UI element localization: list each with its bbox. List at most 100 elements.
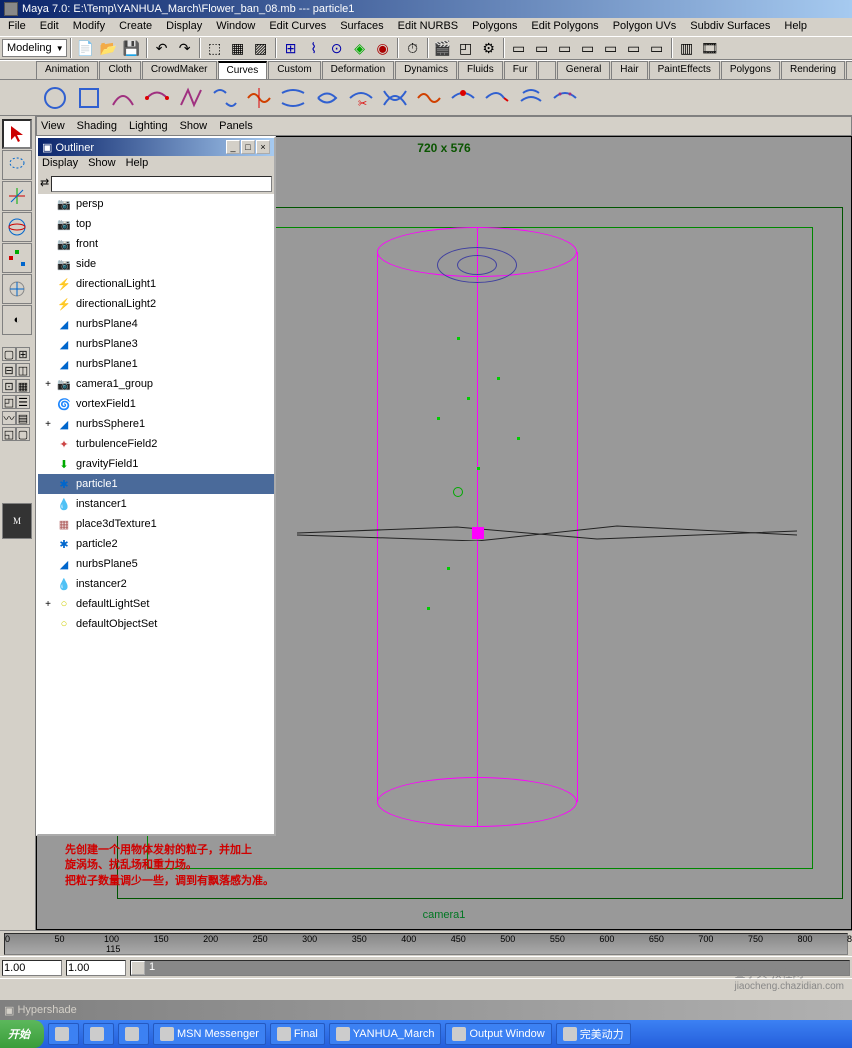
vp-menu-lighting[interactable]: Lighting [129, 120, 168, 132]
hypershade-titlebar[interactable]: ▣ Hypershade [0, 1000, 852, 1020]
menu-polygons[interactable]: Polygons [466, 19, 523, 35]
shelf-tab-polygons[interactable]: Polygons [721, 61, 780, 79]
outliner-item-nurbsPlane5[interactable]: ◢ nurbsPlane5 [38, 554, 274, 574]
menu-display[interactable]: Display [160, 19, 208, 35]
task-ie[interactable] [48, 1023, 79, 1045]
outliner-item-instancer1[interactable]: 💧 instancer1 [38, 494, 274, 514]
curve-tool-3-icon[interactable] [176, 83, 206, 113]
layout-outliner[interactable]: ☰ [16, 395, 30, 409]
outliner-list[interactable]: 📷 persp 📷 top 📷 front 📷 side ⚡ direction… [38, 194, 274, 834]
new-scene-button[interactable]: 📄 [75, 37, 97, 59]
outliner-item-particle2[interactable]: ✱ particle2 [38, 534, 274, 554]
scale-tool[interactable] [2, 243, 32, 273]
quick-button-6[interactable]: ▭ [623, 37, 645, 59]
quick-button-1[interactable]: ▭ [508, 37, 530, 59]
filter-icon[interactable]: ⇄ [40, 176, 49, 192]
snap-grid-button[interactable]: ⊞ [280, 37, 302, 59]
snap-plane-button[interactable]: ◈ [349, 37, 371, 59]
layout-three[interactable]: ⊡ [2, 379, 16, 393]
quick-button-2[interactable]: ▭ [531, 37, 553, 59]
lasso-tool[interactable] [2, 150, 32, 180]
outliner-item-defaultLightSet[interactable]: + ○ defaultLightSet [38, 594, 274, 614]
offset-curve-icon[interactable] [516, 83, 546, 113]
extend-curve-icon[interactable] [482, 83, 512, 113]
outliner-item-directionalLight1[interactable]: ⚡ directionalLight1 [38, 274, 274, 294]
layout-button[interactable]: ▥ [676, 37, 698, 59]
time-slider[interactable]: 0501001502002503003504004505005506006507… [0, 930, 852, 956]
menu-edit[interactable]: Edit [34, 19, 65, 35]
maximize-button[interactable]: □ [241, 140, 255, 154]
outliner-item-nurbsPlane3[interactable]: ◢ nurbsPlane3 [38, 334, 274, 354]
outliner-item-vortexField1[interactable]: 🌀 vortexField1 [38, 394, 274, 414]
layout-persp[interactable]: ◰ [2, 395, 16, 409]
shelf-tab-hair[interactable]: Hair [611, 61, 647, 79]
undo-button[interactable]: ↶ [151, 37, 173, 59]
expand-icon[interactable]: + [42, 379, 54, 390]
detach-curve-icon[interactable] [244, 83, 274, 113]
shelf-tab-custom[interactable]: Custom [268, 61, 320, 79]
layout-script[interactable]: ▢ [16, 427, 30, 441]
menu-polygon-uvs[interactable]: Polygon UVs [607, 19, 683, 35]
mode-dropdown[interactable]: Modeling [2, 39, 67, 57]
rebuild-curve-icon[interactable] [550, 83, 580, 113]
outliner-menu-show[interactable]: Show [88, 157, 116, 173]
select-tool[interactable] [2, 119, 32, 149]
outliner-item-place3dTexture1[interactable]: ▦ place3dTexture1 [38, 514, 274, 534]
quick-button-3[interactable]: ▭ [554, 37, 576, 59]
outliner-item-instancer2[interactable]: 💧 instancer2 [38, 574, 274, 594]
intersect-curve-icon[interactable] [380, 83, 410, 113]
outliner-item-defaultObjectSet[interactable]: ○ defaultObjectSet [38, 614, 274, 634]
outliner-panel[interactable]: ▣ Outliner _ □ × Display Show Help ⇄ 📷 p… [36, 136, 276, 836]
menu-help[interactable]: Help [778, 19, 813, 35]
outliner-item-nurbsPlane1[interactable]: ◢ nurbsPlane1 [38, 354, 274, 374]
fillet-curve-icon[interactable] [414, 83, 444, 113]
expand-icon[interactable]: + [42, 419, 54, 430]
select-object-button[interactable]: ▦ [227, 37, 249, 59]
outliner-item-front[interactable]: 📷 front [38, 234, 274, 254]
vp-menu-view[interactable]: View [41, 120, 65, 132]
menu-create[interactable]: Create [113, 19, 158, 35]
shelf-tab-rendering[interactable]: Rendering [781, 61, 845, 79]
outliner-item-turbulenceField2[interactable]: ✦ turbulenceField2 [38, 434, 274, 454]
cut-curve-icon[interactable]: ✂ [346, 83, 376, 113]
open-close-curve-icon[interactable] [312, 83, 342, 113]
shelf-tab-blank[interactable] [538, 61, 556, 79]
menu-surfaces[interactable]: Surfaces [334, 19, 389, 35]
shelf-tab-general[interactable]: General [557, 61, 611, 79]
expand-icon[interactable]: + [42, 599, 54, 610]
menu-file[interactable]: File [2, 19, 32, 35]
quick-button-7[interactable]: ▭ [646, 37, 668, 59]
layout-two-h[interactable]: ⊟ [2, 363, 16, 377]
snap-curve-button[interactable]: ⌇ [303, 37, 325, 59]
align-curve-icon[interactable] [278, 83, 308, 113]
attach-curve-icon[interactable] [210, 83, 240, 113]
outliner-item-persp[interactable]: 📷 persp [38, 194, 274, 214]
outliner-item-top[interactable]: 📷 top [38, 214, 274, 234]
layout-graph[interactable]: 〰 [2, 411, 16, 425]
layout-two-v[interactable]: ◫ [16, 363, 30, 377]
quick-button-5[interactable]: ▭ [600, 37, 622, 59]
task-yanhua[interactable]: YANHUA_March [329, 1023, 442, 1045]
menu-edit-curves[interactable]: Edit Curves [263, 19, 332, 35]
movie-button[interactable]: 🎞 [699, 37, 721, 59]
outliner-item-particle1[interactable]: ✱ particle1 [38, 474, 274, 494]
outliner-item-directionalLight2[interactable]: ⚡ directionalLight2 [38, 294, 274, 314]
outliner-item-gravityField1[interactable]: ⬇ gravityField1 [38, 454, 274, 474]
circle-tool-icon[interactable] [40, 83, 70, 113]
layout-dope[interactable]: ▤ [16, 411, 30, 425]
shelf-tab-fur[interactable]: Fur [504, 61, 537, 79]
redo-button[interactable]: ↷ [174, 37, 196, 59]
layout-hyper[interactable]: ◱ [2, 427, 16, 441]
render-button[interactable]: 🎬 [432, 37, 454, 59]
shelf-tab-dynamics[interactable]: Dynamics [395, 61, 457, 79]
outliner-item-camera1_group[interactable]: + 📷 camera1_group [38, 374, 274, 394]
menu-window[interactable]: Window [210, 19, 261, 35]
vp-menu-shading[interactable]: Shading [77, 120, 117, 132]
shelf-tab-cloth[interactable]: Cloth [99, 61, 140, 79]
layout-single[interactable]: ▢ [2, 347, 16, 361]
outliner-item-nurbsSphere1[interactable]: + ◢ nurbsSphere1 [38, 414, 274, 434]
menu-modify[interactable]: Modify [67, 19, 111, 35]
start-button[interactable]: 开始 [0, 1020, 44, 1048]
quick-button-4[interactable]: ▭ [577, 37, 599, 59]
task-output[interactable]: Output Window [445, 1023, 551, 1045]
